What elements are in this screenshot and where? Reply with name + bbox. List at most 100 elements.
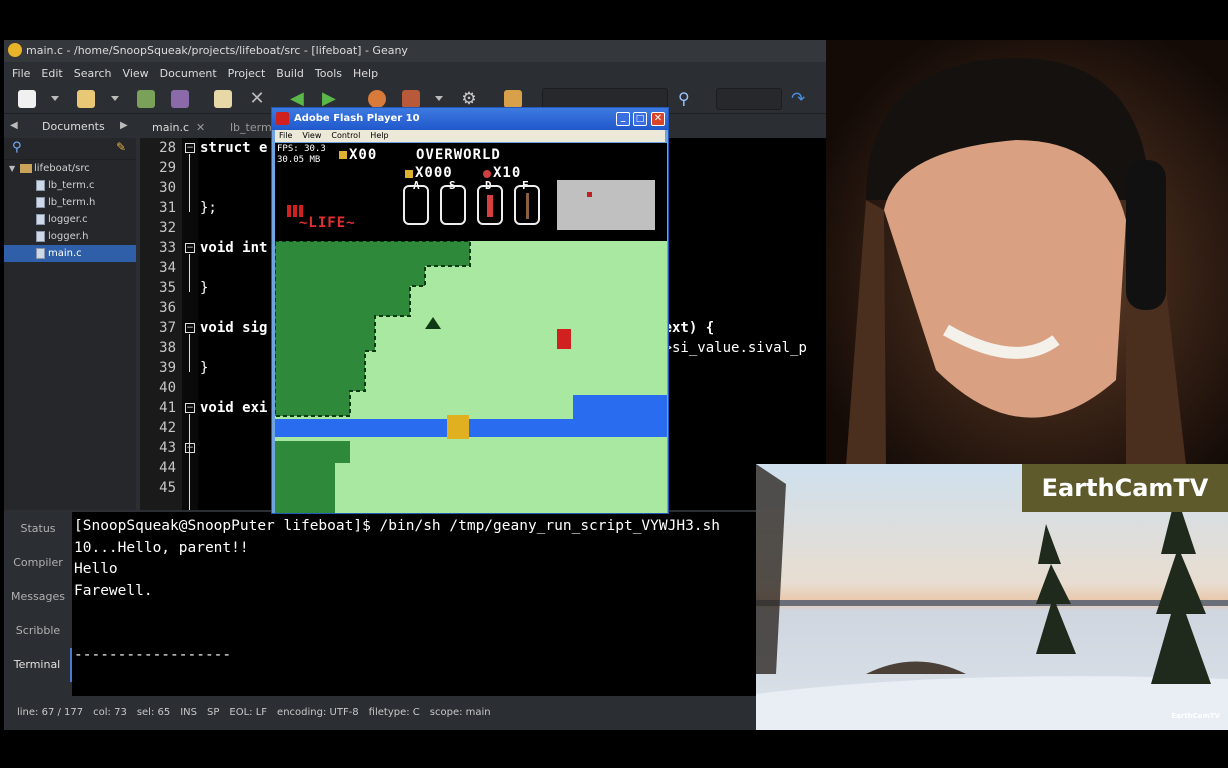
game-canvas[interactable]: FPS: 30.3 30.05 MB X00 OVERWORLD X000 X1… xyxy=(275,143,667,513)
line-number: 28 xyxy=(159,140,176,156)
terminal-line: Farewell. xyxy=(74,582,153,599)
flash-menu-help[interactable]: Help xyxy=(370,130,388,142)
status-line: line: 67 / 177 xyxy=(17,707,84,718)
fold-toggle-icon[interactable]: − xyxy=(185,323,195,333)
chevron-left-icon[interactable]: ◀ xyxy=(10,120,18,131)
build-icon[interactable] xyxy=(402,90,420,108)
window-title: main.c - /home/SnoopSqueak/projects/life… xyxy=(26,44,408,57)
file-icon xyxy=(36,231,45,242)
fold-toggle-icon[interactable]: − xyxy=(185,403,195,413)
flash-menu-control[interactable]: Control xyxy=(331,130,360,142)
tree-file-lb-term-c[interactable]: lb_term.c xyxy=(4,177,136,194)
flash-menu-view[interactable]: View xyxy=(302,130,321,142)
file-icon xyxy=(36,214,45,225)
tab-close-icon[interactable]: ✕ xyxy=(196,121,205,134)
file-label: lb_term.c xyxy=(48,180,95,191)
tree-file-main-c[interactable]: main.c xyxy=(4,245,136,262)
chevron-down-icon[interactable] xyxy=(435,96,443,101)
terminal-line: Hello xyxy=(74,561,118,577)
menu-edit[interactable]: Edit xyxy=(41,67,62,80)
fold-toggle-icon[interactable]: − xyxy=(185,143,195,153)
fold-toggle-icon[interactable]: − xyxy=(185,243,195,253)
chevron-right-icon[interactable]: ▶ xyxy=(120,120,128,131)
maximize-icon[interactable]: □ xyxy=(633,112,647,126)
tab-scribble[interactable]: Scribble xyxy=(4,614,72,648)
menu-view[interactable]: View xyxy=(123,67,149,80)
menu-bar: File Edit Search View Document Project B… xyxy=(4,62,826,84)
tree-file-logger-h[interactable]: logger.h xyxy=(4,228,136,245)
status-sel: sel: 65 xyxy=(136,707,171,718)
terminal[interactable]: [SnoopSqueak@SnoopPuter lifeboat]$ /bin/… xyxy=(72,512,760,696)
clear-icon[interactable]: ✎ xyxy=(116,140,126,154)
gear-icon[interactable]: ⚙ xyxy=(460,90,478,108)
file-label: main.c xyxy=(48,248,82,259)
terminal-line: [SnoopSqueak@SnoopPuter lifeboat]$ /bin/… xyxy=(74,518,721,534)
revert-icon[interactable] xyxy=(214,90,232,108)
area-name: OVERWORLD xyxy=(416,147,501,163)
menu-document[interactable]: Document xyxy=(160,67,217,80)
file-label: lb_term.h xyxy=(48,197,96,208)
menu-tools[interactable]: Tools xyxy=(315,67,342,80)
line-number: 40 xyxy=(159,380,176,396)
bushes xyxy=(866,661,966,674)
save-icon[interactable] xyxy=(137,90,155,108)
tree-folder[interactable]: ▼ lifeboat/src xyxy=(4,160,136,177)
close-icon[interactable]: ✕ xyxy=(651,112,665,126)
tree-left xyxy=(756,464,786,674)
status-bar: line: 67 / 177 col: 73 sel: 65 INS SP EO… xyxy=(4,702,760,724)
menu-help[interactable]: Help xyxy=(353,67,378,80)
earthcam-badge: EarthCamTV xyxy=(1022,464,1228,512)
goto-line-field[interactable] xyxy=(716,88,782,110)
forward-arrow-icon[interactable]: ▶ xyxy=(322,90,340,108)
minimap xyxy=(557,180,655,230)
pine-tree xyxy=(1036,524,1076,654)
item-slot-d xyxy=(477,185,503,225)
tab-main-c[interactable]: main.c xyxy=(152,121,189,134)
face xyxy=(884,140,1126,418)
save-all-icon[interactable] xyxy=(171,90,189,108)
horizon-shore xyxy=(756,600,1228,606)
menu-build[interactable]: Build xyxy=(276,67,304,80)
tab-compiler[interactable]: Compiler xyxy=(4,546,72,580)
line-number: 36 xyxy=(159,300,176,316)
back-arrow-icon[interactable]: ◀ xyxy=(290,90,308,108)
new-file-icon[interactable] xyxy=(18,90,36,108)
flash-menu-file[interactable]: File xyxy=(279,130,292,142)
bomb-count: X10 xyxy=(493,165,522,181)
folder-icon xyxy=(20,164,32,173)
flash-menu-bar: File View Control Help xyxy=(275,130,665,142)
bridge xyxy=(447,415,469,439)
fold-line xyxy=(189,334,190,372)
file-icon xyxy=(36,197,45,208)
tab-terminal[interactable]: Terminal xyxy=(4,648,72,682)
close-icon[interactable]: ✕ xyxy=(248,90,266,108)
expander-icon[interactable]: ▼ xyxy=(9,160,15,177)
compile-icon[interactable] xyxy=(368,90,386,108)
search-icon[interactable]: ⚲ xyxy=(678,90,696,108)
jump-icon[interactable]: ↷ xyxy=(791,90,809,108)
tab-documents[interactable]: Documents xyxy=(42,120,105,133)
tree-file-logger-c[interactable]: logger.c xyxy=(4,211,136,228)
search-icon[interactable]: ⚲ xyxy=(12,140,22,155)
tab-status[interactable]: Status xyxy=(4,512,72,546)
chevron-down-icon[interactable] xyxy=(51,96,59,101)
status-scope: scope: main xyxy=(429,707,491,718)
tab-lb-term[interactable]: lb_term xyxy=(230,121,272,134)
tab-messages[interactable]: Messages xyxy=(4,580,72,614)
tree-file-lb-term-h[interactable]: lb_term.h xyxy=(4,194,136,211)
status-filetype: filetype: C xyxy=(368,707,420,718)
keys-count: X00 xyxy=(349,147,378,163)
menu-project[interactable]: Project xyxy=(228,67,266,80)
chevron-down-icon[interactable] xyxy=(111,96,119,101)
menu-search[interactable]: Search xyxy=(74,67,112,80)
document-tree: ⚲ ✎ ▼ lifeboat/src lb_term.c lb_term.h l… xyxy=(4,138,136,510)
line-number: 41 xyxy=(159,400,176,416)
menu-file[interactable]: File xyxy=(12,67,30,80)
open-folder-icon[interactable] xyxy=(77,90,95,108)
fold-toggle-icon[interactable]: − xyxy=(185,443,195,453)
color-chooser-icon[interactable] xyxy=(504,90,522,108)
status-mode: INS xyxy=(180,707,198,718)
minimize-icon[interactable]: _ xyxy=(616,112,630,126)
